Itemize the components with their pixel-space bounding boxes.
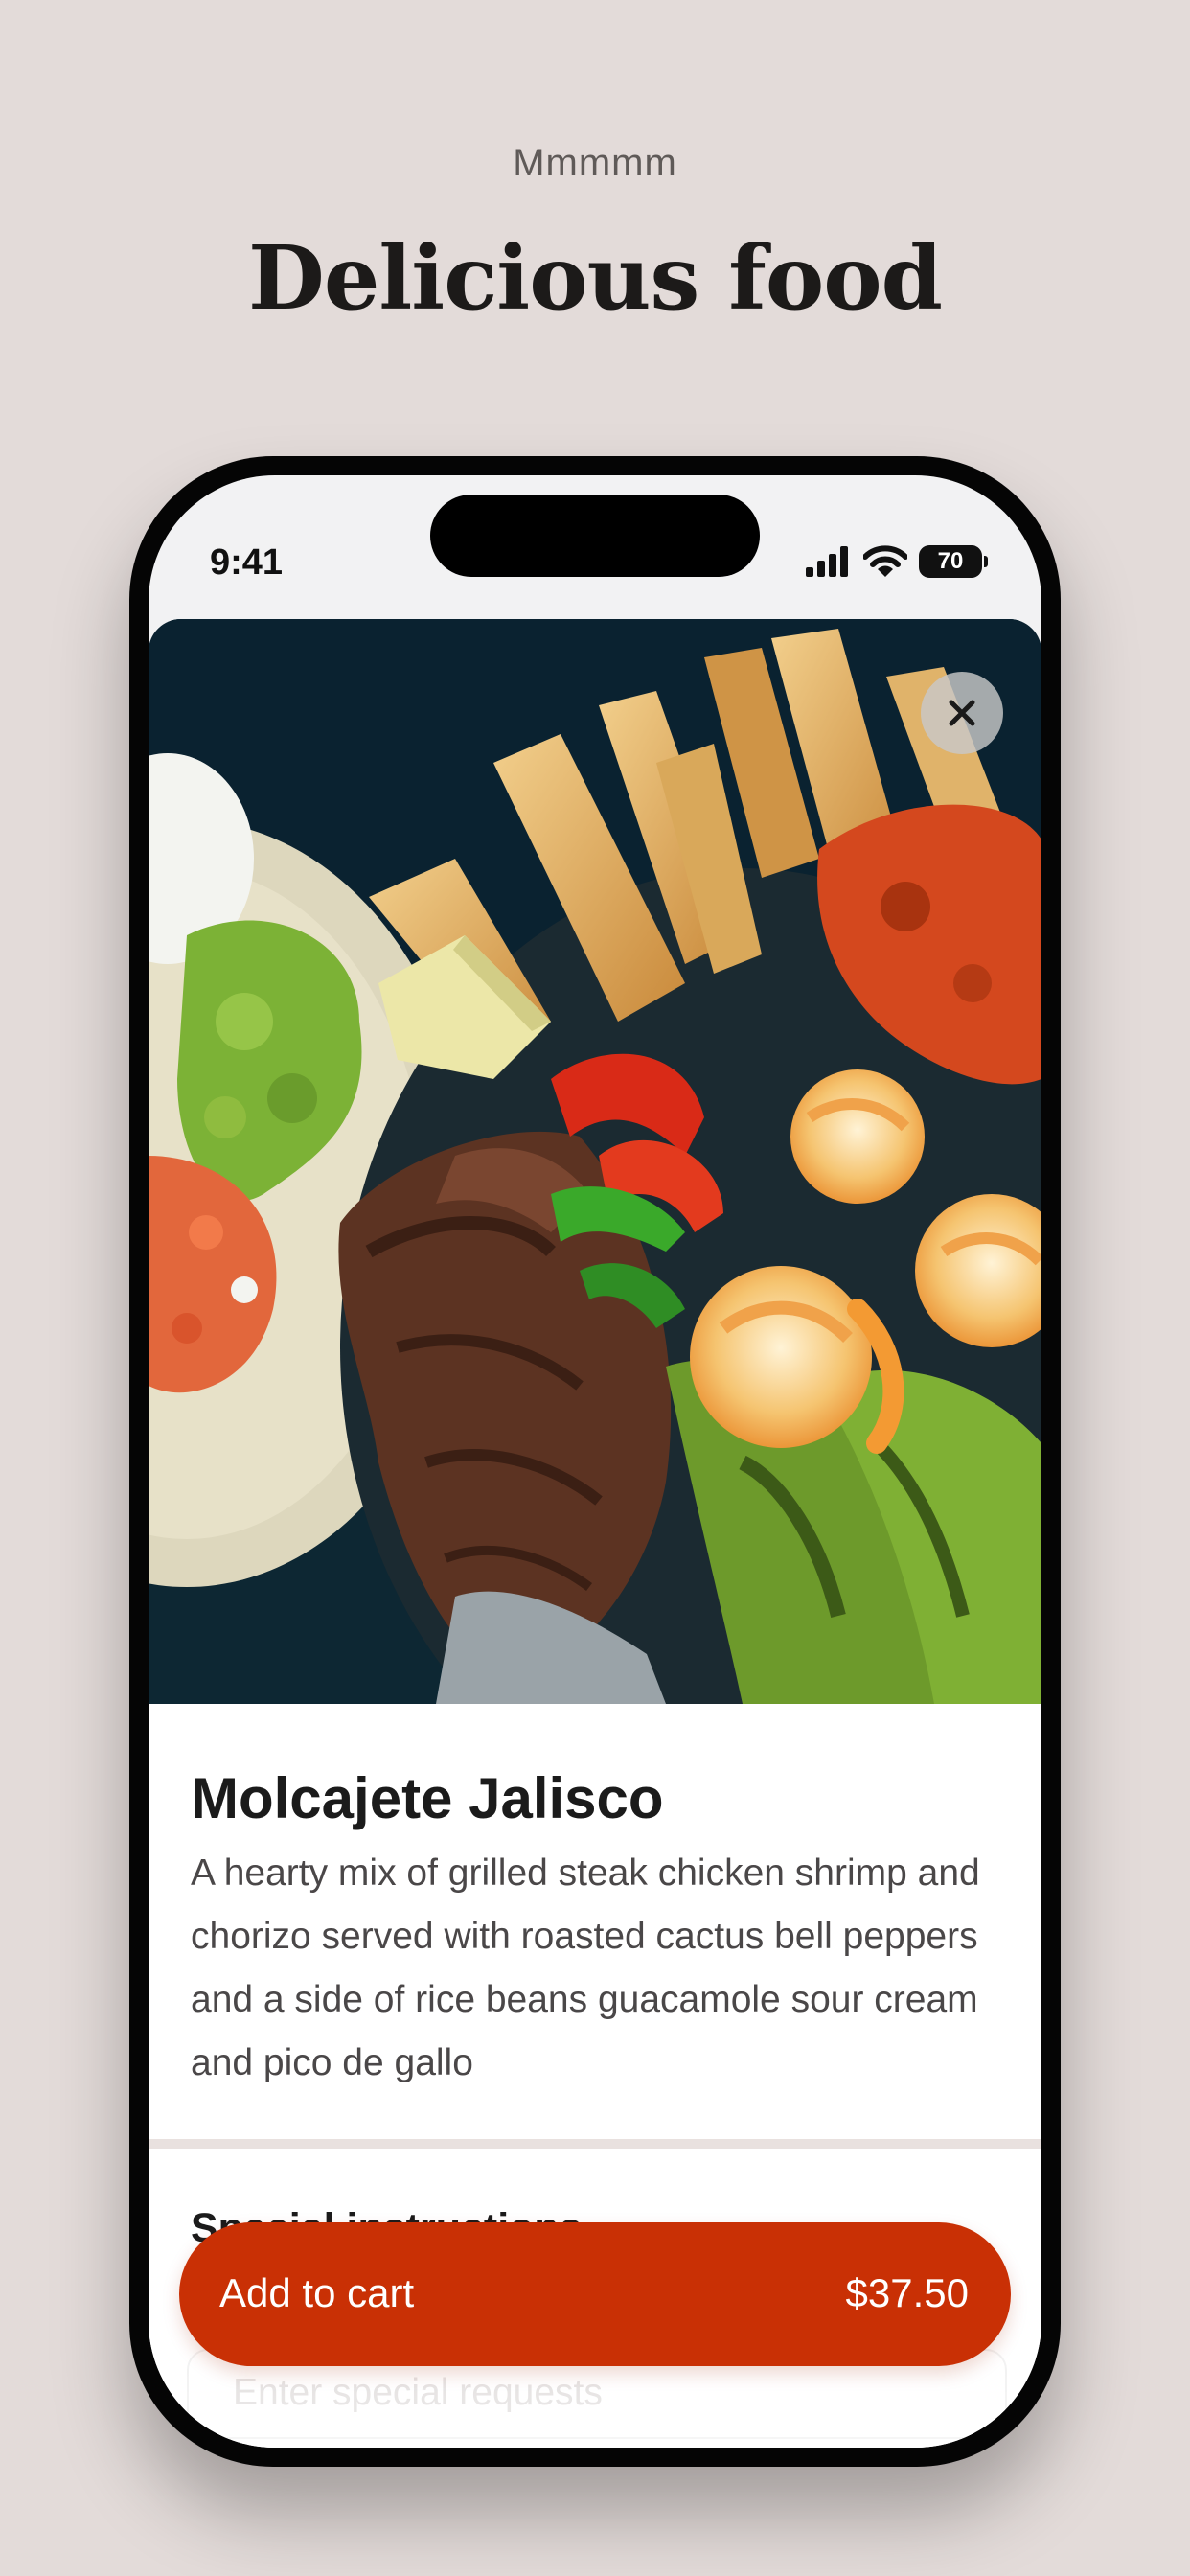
phone-screen: 9:41 70 Molcajete Jalisco A hearty mix o… <box>149 475 1041 2448</box>
close-button[interactable] <box>921 672 1003 754</box>
dynamic-island <box>430 494 760 577</box>
add-to-cart-label: Add to cart <box>219 2270 415 2315</box>
cart-price: $37.50 <box>845 2270 969 2315</box>
add-to-cart-button[interactable]: Add to cart $37.50 <box>179 2222 1011 2366</box>
promo-headline: Delicious food <box>248 226 943 330</box>
battery-level: 70 <box>937 548 964 574</box>
battery-icon: 70 <box>919 545 988 578</box>
cellular-signal-icon <box>806 546 848 577</box>
item-description: A hearty mix of grilled steak chicken sh… <box>191 1852 980 2083</box>
item-title: Molcajete Jalisco <box>191 1766 664 1830</box>
phone-frame: 9:41 70 Molcajete Jalisco A hearty mix o… <box>129 456 1061 2467</box>
close-icon <box>949 700 975 726</box>
food-photo-illustration <box>149 619 1041 1704</box>
wifi-icon <box>863 545 907 577</box>
status-icons: 70 <box>804 542 988 581</box>
special-instructions-placeholder: Enter special requests <box>233 2372 603 2413</box>
section-divider <box>149 2139 1041 2149</box>
food-photo <box>149 619 1041 1704</box>
promo-eyebrow: Mmmmm <box>513 142 677 184</box>
item-detail-sheet: Molcajete Jalisco A hearty mix of grille… <box>149 619 1041 2448</box>
status-bar: 9:41 70 <box>149 475 1041 619</box>
status-time: 9:41 <box>210 542 284 583</box>
